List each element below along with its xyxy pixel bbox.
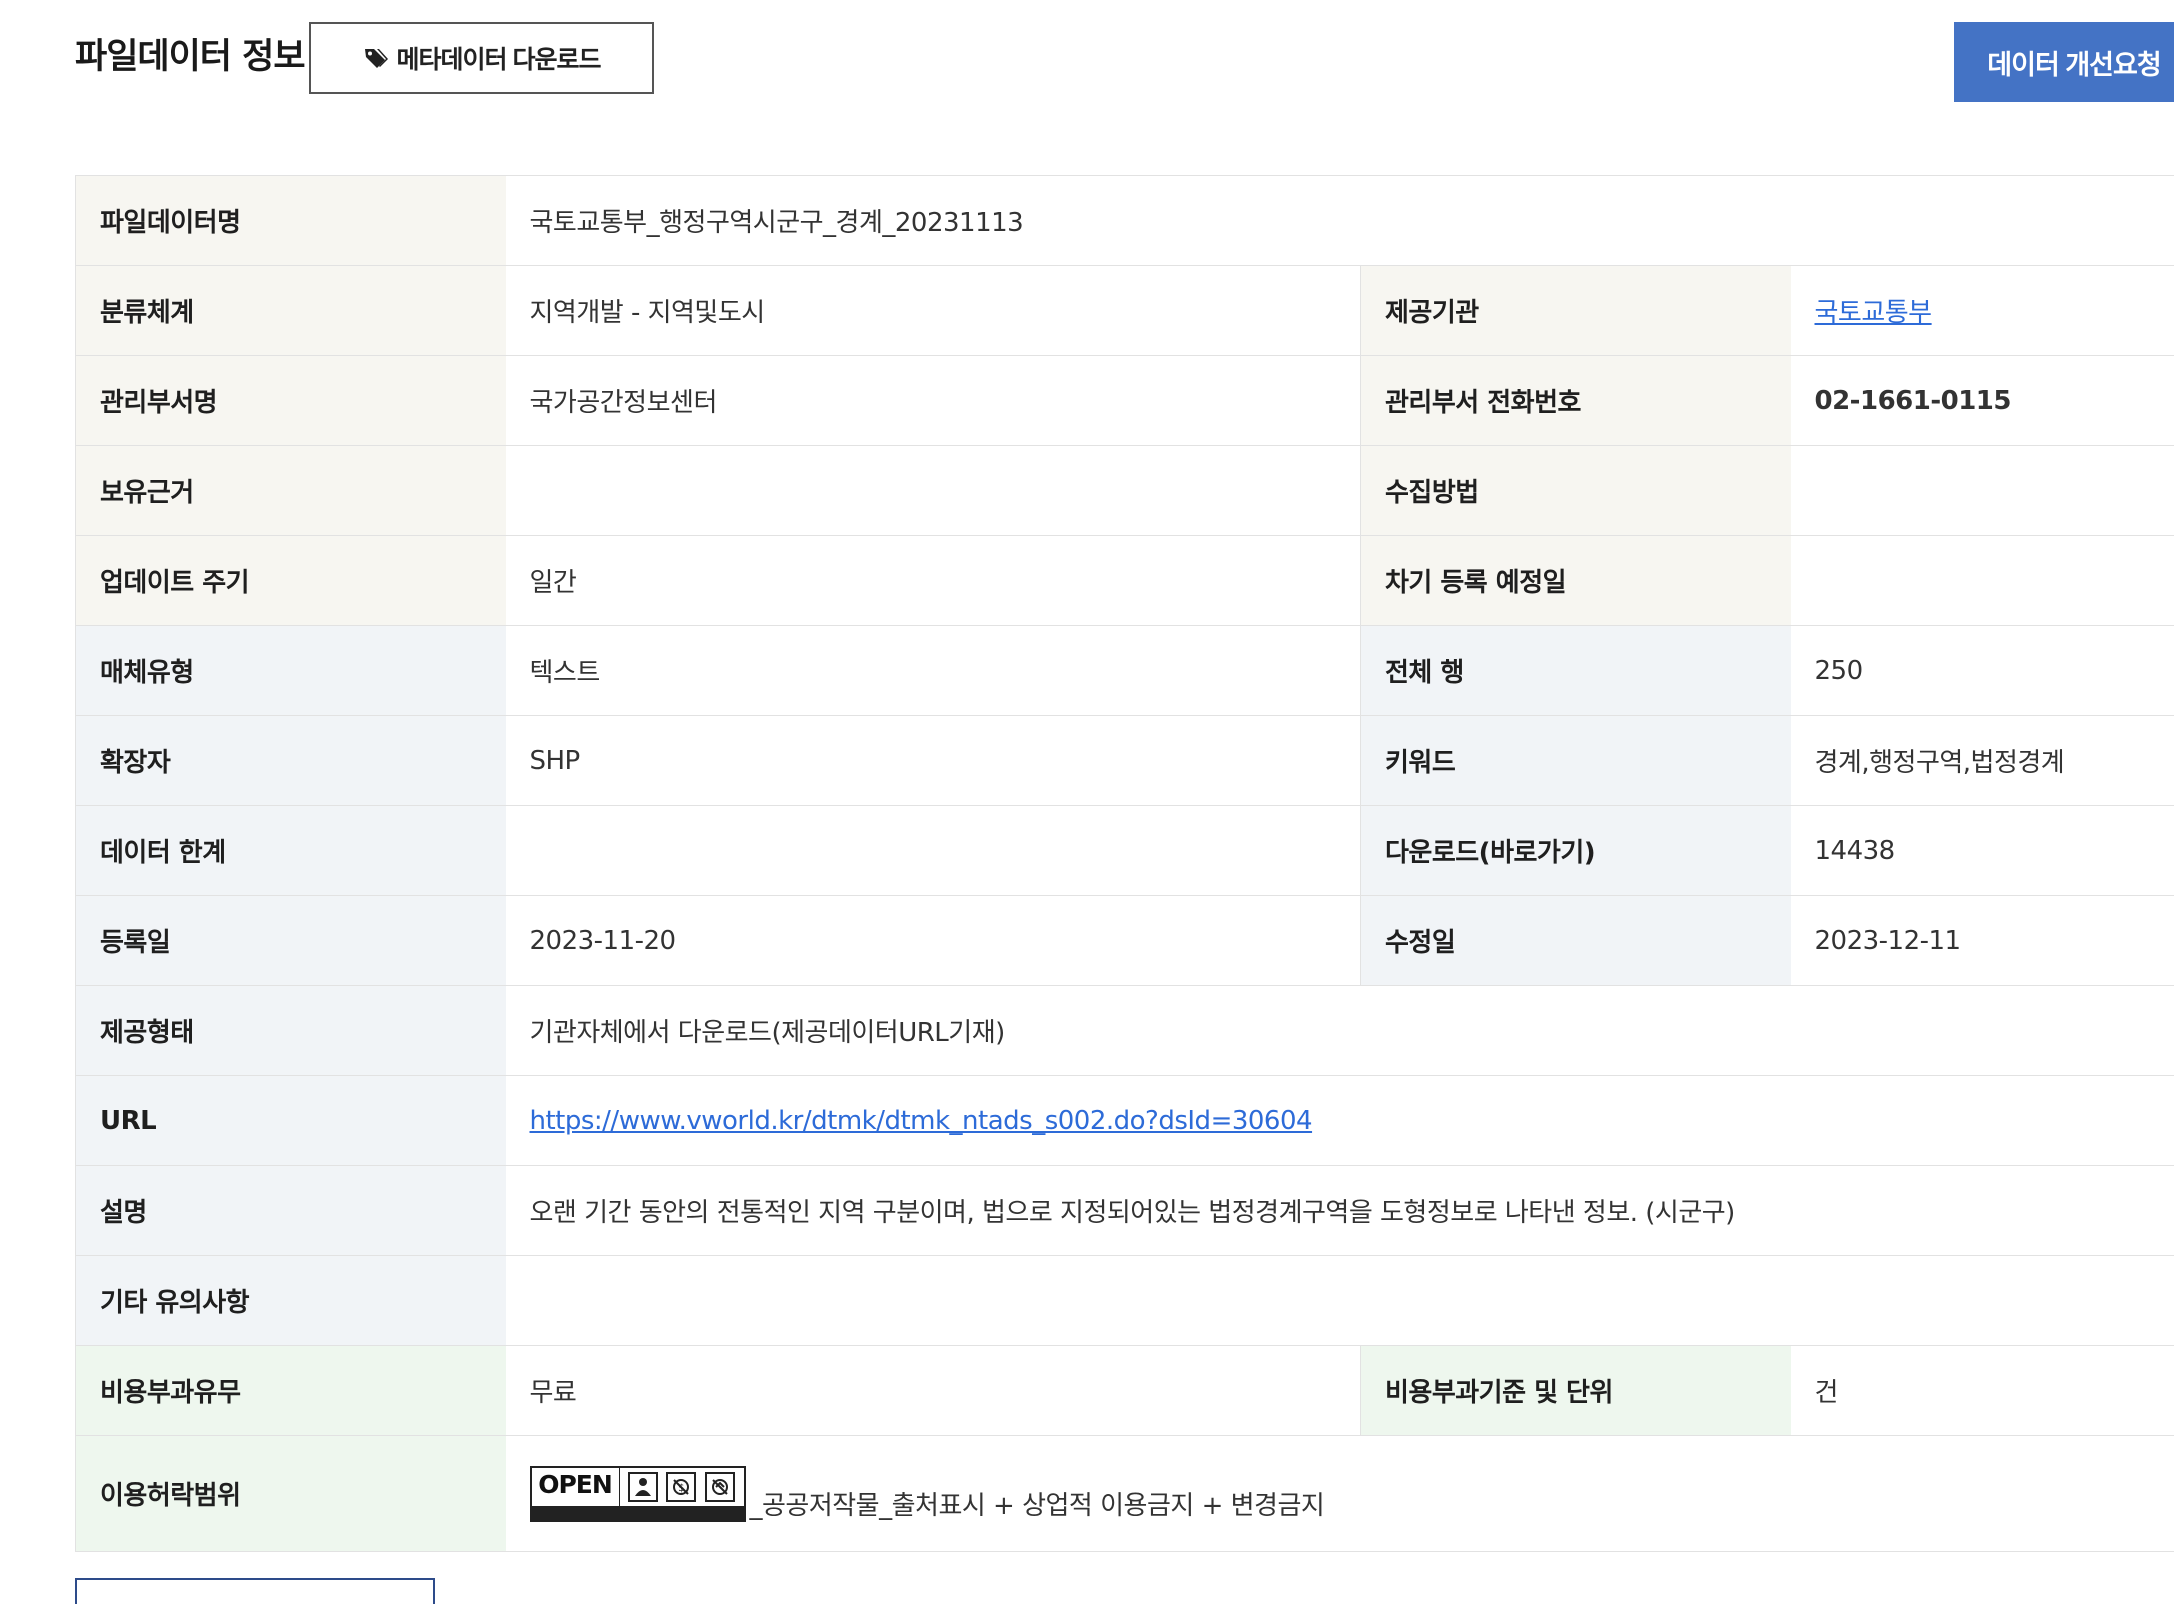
extension-label: 확장자 xyxy=(75,715,506,806)
license: OPEN $ _공공저작물_출처표시 + 상업적 이용금지 + 변경금지 xyxy=(529,1465,2151,1522)
notes-label: 기타 유의사항 xyxy=(75,1255,506,1346)
header: 파일데이터 정보 메타데이터 다운로드 데이터 개선요청 xyxy=(75,22,2174,102)
description-label: 설명 xyxy=(75,1165,506,1256)
table-row: 제공형태 기관자체에서 다운로드(제공데이터URL기재) xyxy=(75,985,2174,1076)
table-row: 보유근거 수집방법 xyxy=(75,445,2174,536)
tag-icon xyxy=(364,49,388,68)
mod-date-label: 수정일 xyxy=(1360,895,1791,986)
total-rows-value: 250 xyxy=(1790,625,2174,716)
page-title: 파일데이터 정보 xyxy=(75,37,306,77)
table-row: 관리부서명 국가공간정보센터 관리부서 전화번호 02-1661-0115 xyxy=(75,355,2174,446)
total-rows-label: 전체 행 xyxy=(1360,625,1791,716)
table-row: 설명 오랜 기간 동안의 전통적인 지역 구분이며, 법으로 지정되어있는 법정… xyxy=(75,1165,2174,1256)
file-data-info-table: 파일데이터명 국토교통부_행정구역시군구_경계_20231113 분류체계 지역… xyxy=(75,175,2174,1552)
cost-basis-label: 비용부과기준 및 단위 xyxy=(1360,1345,1791,1436)
table-row: 등록일 2023-11-20 수정일 2023-12-11 xyxy=(75,895,2174,986)
table-row: 매체유형 텍스트 전체 행 250 xyxy=(75,625,2174,716)
url-label: URL xyxy=(75,1075,506,1166)
basis-label: 보유근거 xyxy=(75,445,506,536)
keywords-value: 경계,행정구역,법정경계 xyxy=(1790,715,2174,806)
collect-value xyxy=(1790,445,2174,536)
update-cycle-label: 업데이트 주기 xyxy=(75,535,506,626)
reg-date-value: 2023-11-20 xyxy=(505,895,1361,986)
provider-label: 제공기관 xyxy=(1360,265,1791,356)
table-row: 분류체계 지역개발 - 지역및도시 제공기관 국토교통부 xyxy=(75,265,2174,356)
no-money-icon: $ xyxy=(666,1471,697,1502)
license-cell: OPEN $ _공공저작물_출처표시 + 상업적 이용금지 + 변경금지 xyxy=(505,1435,2174,1552)
table-row: 데이터 한계 다운로드(바로가기) 14438 xyxy=(75,805,2174,896)
next-reg-value xyxy=(1790,535,2174,626)
data-improve-request-button[interactable]: 데이터 개선요청 xyxy=(1954,22,2174,102)
next-reg-label: 차기 등록 예정일 xyxy=(1360,535,1791,626)
license-label: 이용허락범위 xyxy=(75,1435,506,1552)
dept-label: 관리부서명 xyxy=(75,355,506,446)
kogl-open-badge: OPEN $ xyxy=(529,1465,746,1522)
dept-phone-label: 관리부서 전화번호 xyxy=(1360,355,1791,446)
url-cell: https://www.vworld.kr/dtmk/dtmk_ntads_s0… xyxy=(505,1075,2174,1166)
no-change-icon xyxy=(705,1471,736,1502)
data-limit-value xyxy=(505,805,1361,896)
provide-form-value: 기관자체에서 다운로드(제공데이터URL기재) xyxy=(505,985,2174,1076)
category-value: 지역개발 - 지역및도시 xyxy=(505,265,1361,356)
cost-label: 비용부과유무 xyxy=(75,1345,506,1436)
kogl-bar xyxy=(531,1505,744,1520)
table-row: 파일데이터명 국토교통부_행정구역시군구_경계_20231113 xyxy=(75,175,2174,266)
reg-date-label: 등록일 xyxy=(75,895,506,986)
dept-value: 국가공간정보센터 xyxy=(505,355,1361,446)
file-name-value: 국토교통부_행정구역시군구_경계_20231113 xyxy=(505,175,2174,266)
provider-cell: 국토교통부 xyxy=(1790,265,2174,356)
kogl-open-text: OPEN xyxy=(538,1469,613,1499)
table-row: 확장자 SHP 키워드 경계,행정구역,법정경계 xyxy=(75,715,2174,806)
update-cycle-value: 일간 xyxy=(505,535,1361,626)
collect-label: 수집방법 xyxy=(1360,445,1791,536)
media-type-value: 텍스트 xyxy=(505,625,1361,716)
extension-value: SHP xyxy=(505,715,1361,806)
provide-form-label: 제공형태 xyxy=(75,985,506,1076)
category-label: 분류체계 xyxy=(75,265,506,356)
license-value: _공공저작물_출처표시 + 상업적 이용금지 + 변경금지 xyxy=(749,1490,1325,1521)
cost-value: 무료 xyxy=(505,1345,1361,1436)
person-icon xyxy=(627,1471,658,1502)
media-type-label: 매체유형 xyxy=(75,625,506,716)
table-row: 이용허락범위 OPEN $ _공공저작물_출처표시 + 상업적 이용금지 + 변… xyxy=(75,1435,2174,1552)
metadata-download-button[interactable]: 메타데이터 다운로드 xyxy=(309,22,654,94)
bottom-button-partial[interactable] xyxy=(75,1578,435,1604)
metadata-download-label: 메타데이터 다운로드 xyxy=(396,46,602,74)
notes-value xyxy=(505,1255,2174,1346)
mod-date-value: 2023-12-11 xyxy=(1790,895,2174,986)
downloads-label: 다운로드(바로가기) xyxy=(1360,805,1791,896)
cost-basis-value: 건 xyxy=(1790,1345,2174,1436)
page: 파일데이터 정보 메타데이터 다운로드 데이터 개선요청 파일데이터명 국토교통… xyxy=(0,0,2174,1604)
provider-link[interactable]: 국토교통부 xyxy=(1815,298,1933,328)
table-row: URL https://www.vworld.kr/dtmk/dtmk_ntad… xyxy=(75,1075,2174,1166)
basis-value xyxy=(505,445,1361,536)
keywords-label: 키워드 xyxy=(1360,715,1791,806)
table-row: 비용부과유무 무료 비용부과기준 및 단위 건 xyxy=(75,1345,2174,1436)
description-value: 오랜 기간 동안의 전통적인 지역 구분이며, 법으로 지정되어있는 법정경계구… xyxy=(505,1165,2174,1256)
downloads-value: 14438 xyxy=(1790,805,2174,896)
dept-phone-value: 02-1661-0115 xyxy=(1790,355,2174,446)
table-row: 업데이트 주기 일간 차기 등록 예정일 xyxy=(75,535,2174,626)
data-limit-label: 데이터 한계 xyxy=(75,805,506,896)
table-row: 기타 유의사항 xyxy=(75,1255,2174,1346)
file-name-label: 파일데이터명 xyxy=(75,175,506,266)
url-link[interactable]: https://www.vworld.kr/dtmk/dtmk_ntads_s0… xyxy=(530,1106,1313,1136)
